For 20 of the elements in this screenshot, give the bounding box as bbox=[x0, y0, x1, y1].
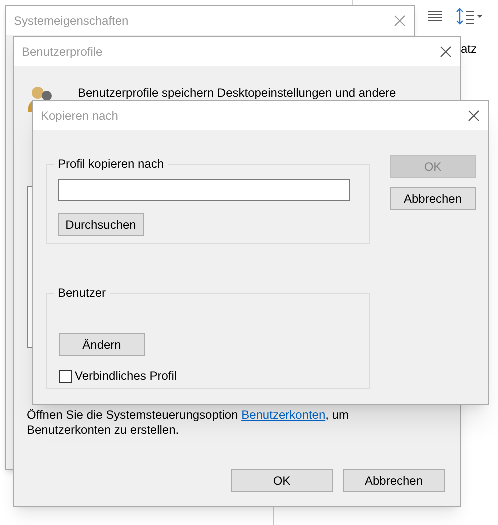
user-accounts-link[interactable]: Benutzerkonten bbox=[242, 408, 326, 422]
dialog-button[interactable]: Durchsuchen bbox=[58, 213, 144, 236]
intro-text: Benutzerprofile speichern Desktopeinstellungen und andere bbox=[78, 86, 396, 101]
dialog-button[interactable]: Abbrechen bbox=[390, 187, 476, 210]
toolbar-text: atz bbox=[461, 41, 478, 58]
target-path-field[interactable] bbox=[58, 179, 350, 201]
window-title: Benutzerprofile bbox=[22, 44, 103, 60]
dialog-button[interactable]: Ändern bbox=[59, 333, 145, 356]
checkbox[interactable] bbox=[59, 370, 72, 382]
close-icon[interactable] bbox=[440, 46, 452, 58]
checkbox-label: Verbindliches Profil bbox=[75, 368, 178, 385]
align-icon[interactable] bbox=[427, 11, 443, 23]
close-icon[interactable] bbox=[468, 110, 480, 122]
line-spacing-icon[interactable] bbox=[456, 8, 484, 26]
dialog-button[interactable]: Abbrechen bbox=[343, 469, 445, 492]
group-label: Profil kopieren nach bbox=[57, 156, 166, 173]
window-title: Systemeigenschaften bbox=[14, 12, 129, 30]
group-label: Benutzer bbox=[57, 285, 108, 302]
window-title: Kopieren nach bbox=[41, 108, 118, 124]
dialog-button[interactable]: OK bbox=[231, 469, 333, 492]
